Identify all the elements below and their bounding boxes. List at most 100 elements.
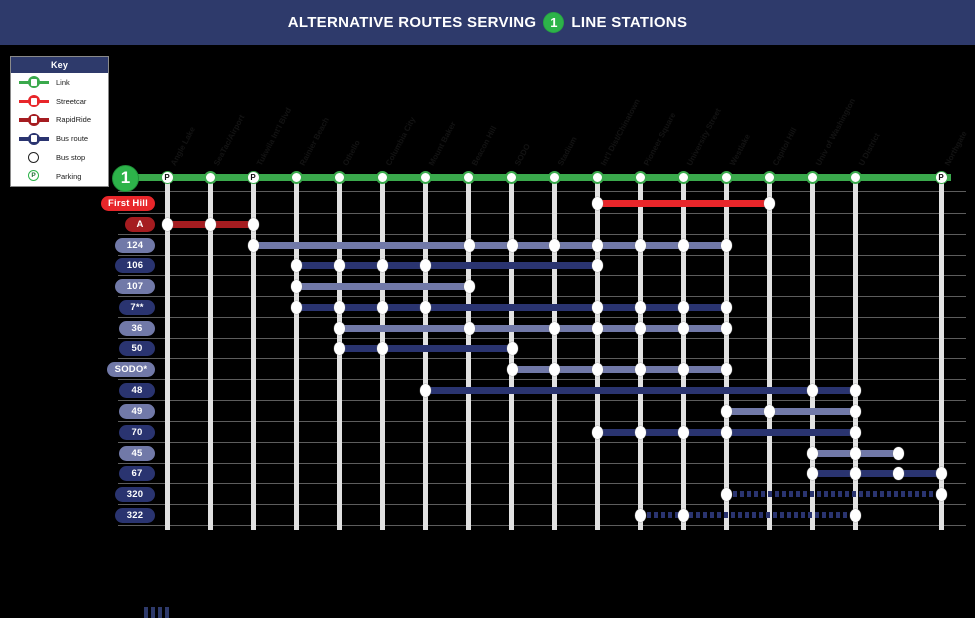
route-badge-sodo[interactable]: SODO*	[107, 361, 155, 377]
route-badge-45[interactable]: 45	[119, 445, 155, 461]
route-badge-107[interactable]: 107	[115, 278, 155, 294]
route-badge-firsthill[interactable]: First Hill	[101, 195, 155, 211]
bus-stop-icon[interactable]	[634, 508, 646, 522]
station-stop-15[interactable]	[762, 170, 776, 184]
route-badge-124[interactable]: 124	[115, 237, 155, 253]
station-stop-11[interactable]	[590, 170, 604, 184]
route-badge-320[interactable]: 320	[115, 486, 155, 502]
bus-stop-icon[interactable]	[548, 362, 560, 376]
route-badge-67[interactable]: 67	[119, 465, 155, 481]
station-stop-13[interactable]	[676, 170, 690, 184]
bus-stop-icon[interactable]	[591, 258, 603, 272]
bus-stop-icon[interactable]	[634, 238, 646, 252]
bus-stop-icon[interactable]	[849, 404, 861, 418]
bus-stop-icon[interactable]	[935, 466, 947, 480]
station-stop-17[interactable]	[848, 170, 862, 184]
bus-stop-icon[interactable]	[634, 362, 646, 376]
bus-stop-icon[interactable]	[506, 362, 518, 376]
bus-stop-icon[interactable]	[419, 300, 431, 314]
bus-stop-icon[interactable]	[677, 300, 689, 314]
bus-stop-icon[interactable]	[935, 487, 947, 501]
bus-stop-icon[interactable]	[634, 300, 646, 314]
bus-stop-icon[interactable]	[806, 466, 818, 480]
bus-stop-icon[interactable]	[720, 321, 732, 335]
bus-stop-icon[interactable]	[591, 300, 603, 314]
bus-stop-icon[interactable]	[463, 279, 475, 293]
parking-icon-station-3[interactable]: P	[246, 170, 260, 184]
station-stop-6[interactable]	[375, 170, 389, 184]
bus-stop-icon[interactable]	[290, 279, 302, 293]
parking-icon-station-1[interactable]: P	[160, 170, 174, 184]
route-badge-322[interactable]: 322	[115, 507, 155, 523]
bus-stop-icon[interactable]	[376, 258, 388, 272]
route-badge-a[interactable]: A	[125, 216, 155, 232]
bus-stop-icon[interactable]	[720, 425, 732, 439]
bus-stop-icon[interactable]	[849, 425, 861, 439]
station-stop-12[interactable]	[633, 170, 647, 184]
bus-stop-icon[interactable]	[634, 321, 646, 335]
route-badge-48[interactable]: 48	[119, 382, 155, 398]
bus-stop-icon[interactable]	[419, 383, 431, 397]
bus-stop-icon[interactable]	[548, 321, 560, 335]
parking-icon-station-18[interactable]: P	[934, 170, 948, 184]
station-stop-8[interactable]	[461, 170, 475, 184]
bus-stop-icon[interactable]	[333, 341, 345, 355]
bus-stop-icon[interactable]	[591, 196, 603, 210]
bus-stop-icon[interactable]	[892, 466, 904, 480]
bus-stop-icon[interactable]	[634, 425, 646, 439]
station-stop-7[interactable]	[418, 170, 432, 184]
bus-stop-icon[interactable]	[247, 238, 259, 252]
bus-stop-icon[interactable]	[677, 362, 689, 376]
bus-stop-icon[interactable]	[677, 425, 689, 439]
bus-stop-icon[interactable]	[591, 238, 603, 252]
bus-stop-icon[interactable]	[720, 487, 732, 501]
route-badge-50[interactable]: 50	[119, 340, 155, 356]
bus-stop-icon[interactable]	[591, 321, 603, 335]
station-stop-4[interactable]	[289, 170, 303, 184]
bus-stop-icon[interactable]	[506, 341, 518, 355]
bus-stop-icon[interactable]	[333, 300, 345, 314]
bus-stop-icon[interactable]	[591, 362, 603, 376]
bus-stop-icon[interactable]	[849, 383, 861, 397]
route-badge-49[interactable]: 49	[119, 403, 155, 419]
route-badge-7[interactable]: 7**	[119, 299, 155, 315]
station-stop-9[interactable]	[504, 170, 518, 184]
bus-stop-icon[interactable]	[290, 258, 302, 272]
bus-stop-icon[interactable]	[720, 238, 732, 252]
bus-stop-icon[interactable]	[333, 321, 345, 335]
bus-stop-icon[interactable]	[849, 466, 861, 480]
bus-stop-icon[interactable]	[763, 404, 775, 418]
bus-stop-icon[interactable]	[247, 217, 259, 231]
bus-stop-icon[interactable]	[806, 383, 818, 397]
bus-stop-icon[interactable]	[720, 362, 732, 376]
bus-stop-icon[interactable]	[376, 300, 388, 314]
bus-stop-icon[interactable]	[849, 508, 861, 522]
station-stop-16[interactable]	[805, 170, 819, 184]
bus-stop-icon[interactable]	[806, 446, 818, 460]
bus-stop-icon[interactable]	[419, 258, 431, 272]
bus-stop-icon[interactable]	[290, 300, 302, 314]
bus-stop-icon[interactable]	[204, 217, 216, 231]
bus-stop-icon[interactable]	[506, 238, 518, 252]
bus-stop-icon[interactable]	[677, 508, 689, 522]
bus-stop-icon[interactable]	[720, 404, 732, 418]
bus-stop-icon[interactable]	[548, 238, 560, 252]
route-badge-106[interactable]: 106	[115, 257, 155, 273]
bus-stop-icon[interactable]	[463, 321, 475, 335]
bus-stop-icon[interactable]	[849, 446, 861, 460]
bus-stop-icon[interactable]	[677, 238, 689, 252]
route-badge-36[interactable]: 36	[119, 320, 155, 336]
bus-stop-icon[interactable]	[376, 341, 388, 355]
bus-stop-icon[interactable]	[463, 238, 475, 252]
station-stop-14[interactable]	[719, 170, 733, 184]
route-badge-70[interactable]: 70	[119, 424, 155, 440]
bus-stop-icon[interactable]	[720, 300, 732, 314]
bus-stop-icon[interactable]	[763, 196, 775, 210]
bus-stop-icon[interactable]	[161, 217, 173, 231]
station-stop-5[interactable]	[332, 170, 346, 184]
bus-stop-icon[interactable]	[677, 321, 689, 335]
link-1-route-badge[interactable]: 1	[112, 164, 139, 192]
station-stop-2[interactable]	[203, 170, 217, 184]
bus-stop-icon[interactable]	[591, 425, 603, 439]
bus-stop-icon[interactable]	[892, 446, 904, 460]
